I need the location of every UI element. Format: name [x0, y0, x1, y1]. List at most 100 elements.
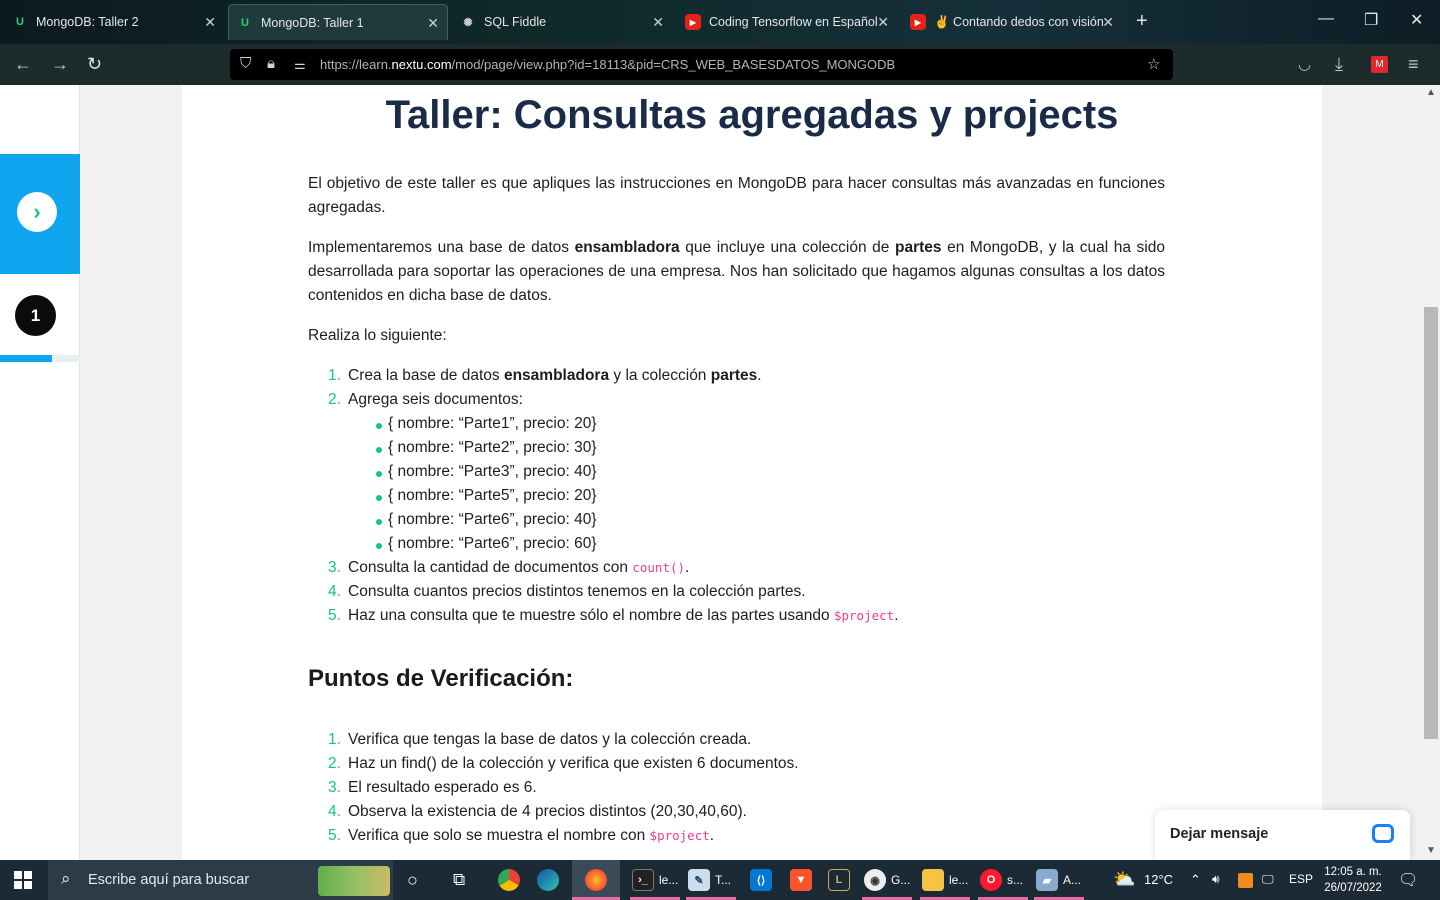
- close-icon[interactable]: ✕: [877, 14, 889, 31]
- windows-start-icon[interactable]: [14, 871, 32, 889]
- reload-icon[interactable]: ↻: [87, 54, 102, 75]
- league-icon[interactable]: L: [828, 868, 855, 892]
- list-item: 3. El resultado esperado es 6.: [328, 779, 537, 796]
- browser-tab-bar: U MongoDB: Taller 2 ✕ U MongoDB: Taller …: [0, 0, 1440, 44]
- temperature[interactable]: 12°C: [1144, 872, 1173, 887]
- document-item: { nombre: “Parte2”, precio: 30}: [348, 436, 1165, 460]
- close-icon[interactable]: ✕: [204, 14, 216, 31]
- close-icon[interactable]: ✕: [652, 14, 664, 31]
- windows-taskbar: ⌕ Escribe aquí para buscar ○ ⧉ ›_ le... ✎…: [0, 860, 1440, 900]
- forward-icon[interactable]: →: [51, 54, 69, 75]
- list-item: 5. Haz una consulta que te muestre sólo e…: [328, 607, 899, 624]
- list-item: 1. Crea la base de datos ensambladora y l…: [328, 367, 762, 384]
- search-icon: ⌕: [61, 869, 71, 888]
- browser-nav-bar: ← → ↻ ⛉ 🔒︎ ⚌ https://learn.nextu.com/mod…: [0, 44, 1440, 85]
- chevron-right-icon: ›: [17, 192, 57, 232]
- course-sidebar: › 1: [0, 85, 80, 860]
- clock[interactable]: 12:05 a. m. 26/07/2022: [1318, 864, 1388, 896]
- tab-title: MongoDB: Taller 1: [261, 15, 364, 30]
- menu-icon[interactable]: ≡: [1408, 54, 1419, 75]
- taskbar-search[interactable]: ⌕ Escribe aquí para buscar: [48, 860, 393, 900]
- back-icon[interactable]: ←: [14, 54, 32, 75]
- nextu-icon: U: [241, 16, 249, 29]
- tab-contando-dedos[interactable]: ▶ ✌ Contando dedos con visión ✕: [902, 4, 1122, 40]
- url-bar[interactable]: ⛉ 🔒︎ ⚌ https://learn.nextu.com/mod/page/…: [230, 49, 1173, 80]
- volume-icon[interactable]: 🔊︎: [1212, 872, 1220, 887]
- notification-icon[interactable]: 🗨︎: [1398, 870, 1418, 890]
- tab-taller-1[interactable]: U MongoDB: Taller 1 ✕: [228, 4, 448, 40]
- tab-title: MongoDB: Taller 2: [36, 15, 139, 29]
- app-tray-icon[interactable]: [1238, 873, 1253, 888]
- search-highlight-illustration: [318, 866, 390, 896]
- cortana-icon[interactable]: ○: [407, 868, 418, 892]
- list-item: 4. Observa la existencia de 4 precios dis…: [328, 803, 747, 820]
- sqlfiddle-icon: ✺: [463, 16, 473, 29]
- page-viewport: › 1 Taller: Consultas agregadas y projec…: [0, 85, 1440, 860]
- document-item: { nombre: “Parte6”, precio: 60}: [348, 532, 1165, 556]
- window-close-icon[interactable]: ✕: [1410, 10, 1423, 30]
- page-title: Taller: Consultas agregadas y projects: [385, 93, 1119, 137]
- date: 26/07/2022: [1324, 882, 1382, 894]
- time: 12:05 a. m.: [1324, 866, 1382, 878]
- brave-icon[interactable]: ▼: [790, 868, 817, 892]
- app-icon: ▰: [1036, 869, 1058, 891]
- verification-heading: Puntos de Verificación:: [308, 665, 574, 692]
- list-item: 4. Consulta cuantos precios distintos ten…: [328, 583, 806, 600]
- taskbar-app-paint[interactable]: ✎ T...: [688, 868, 731, 892]
- youtube-icon: ▶: [910, 14, 926, 30]
- paint-icon: ✎: [688, 869, 710, 891]
- close-icon[interactable]: ✕: [1102, 14, 1114, 31]
- document-item: { nombre: “Parte3”, precio: 40}: [348, 460, 1165, 484]
- tab-sql-fiddle[interactable]: ✺ SQL Fiddle ✕: [452, 4, 672, 40]
- tab-title: SQL Fiddle: [484, 15, 547, 29]
- permissions-icon[interactable]: ⚌: [294, 57, 306, 73]
- pocket-icon[interactable]: ◡: [1298, 55, 1311, 73]
- firefox-icon[interactable]: [572, 860, 620, 900]
- step-progress-bar: [0, 355, 80, 362]
- list-item: 3. Consulta la cantidad de documentos con…: [328, 559, 690, 576]
- chat-label: Dejar mensaje: [1170, 826, 1269, 842]
- task-view-icon[interactable]: ⧉: [453, 868, 465, 892]
- sidebar-toggle[interactable]: ›: [0, 154, 80, 274]
- minimize-icon[interactable]: —: [1318, 10, 1334, 28]
- extension-icon[interactable]: M: [1371, 56, 1388, 73]
- documents-list: { nombre: “Parte1”, precio: 20} { nombre…: [348, 412, 1165, 556]
- taskbar-app-a[interactable]: ▰ A...: [1036, 868, 1081, 892]
- taskbar-app-terminal[interactable]: ›_ le...: [632, 868, 678, 892]
- weather-icon[interactable]: ⛅: [1113, 869, 1135, 890]
- tab-title: ✌ Contando dedos con visión: [934, 14, 1104, 29]
- chat-widget[interactable]: Dejar mensaje: [1155, 810, 1410, 860]
- url-text: https://learn.nextu.com/mod/page/view.ph…: [320, 57, 896, 72]
- chrome-icon[interactable]: [498, 868, 525, 892]
- step-number-badge[interactable]: 1: [15, 295, 56, 336]
- close-icon[interactable]: ✕: [427, 15, 439, 32]
- scroll-up-icon[interactable]: ▲: [1426, 87, 1436, 98]
- document-item: { nombre: “Parte6”, precio: 40}: [348, 508, 1165, 532]
- network-icon[interactable]: 🖵︎: [1262, 872, 1274, 887]
- bookmark-star-icon[interactable]: ☆: [1147, 55, 1160, 73]
- taskbar-app-opera[interactable]: Os...: [980, 868, 1023, 892]
- document-item: { nombre: “Parte5”, precio: 20}: [348, 484, 1165, 508]
- restore-icon[interactable]: ❐: [1364, 10, 1378, 30]
- tab-coding-tensorflow[interactable]: ▶ Coding Tensorflow en Español ✕: [677, 4, 897, 40]
- lock-icon[interactable]: 🔒︎: [267, 55, 275, 72]
- taskbar-app-g[interactable]: ◉ G...: [864, 868, 910, 892]
- tab-taller-2[interactable]: U MongoDB: Taller 2 ✕: [4, 4, 224, 40]
- chevron-up-icon[interactable]: ⌃: [1190, 872, 1201, 888]
- instructions-lead: Realiza lo siguiente:: [308, 327, 447, 344]
- scrollbar-thumb[interactable]: [1424, 307, 1438, 739]
- new-tab-icon[interactable]: +: [1136, 10, 1148, 33]
- page-scrollbar[interactable]: ▲ ▼: [1422, 85, 1440, 860]
- download-icon[interactable]: ⤓: [1335, 54, 1343, 75]
- list-item: 5. Verifica que solo se muestra el nombre…: [328, 827, 715, 844]
- scroll-down-icon[interactable]: ▼: [1426, 845, 1436, 856]
- main-content: Taller: Consultas agregadas y projects E…: [182, 85, 1322, 860]
- description-paragraph: Implementaremos una base de datos ensamb…: [308, 239, 1165, 304]
- vscode-icon[interactable]: ⟨⟩: [750, 868, 777, 892]
- taskbar-app-folder[interactable]: le...: [922, 868, 968, 892]
- intro-paragraph: El objetivo de este taller es que apliqu…: [308, 175, 1165, 216]
- shield-icon[interactable]: ⛉: [240, 55, 251, 72]
- terminal-icon: ›_: [632, 869, 654, 891]
- edge-icon[interactable]: [537, 868, 564, 892]
- language-indicator[interactable]: ESP: [1289, 872, 1313, 886]
